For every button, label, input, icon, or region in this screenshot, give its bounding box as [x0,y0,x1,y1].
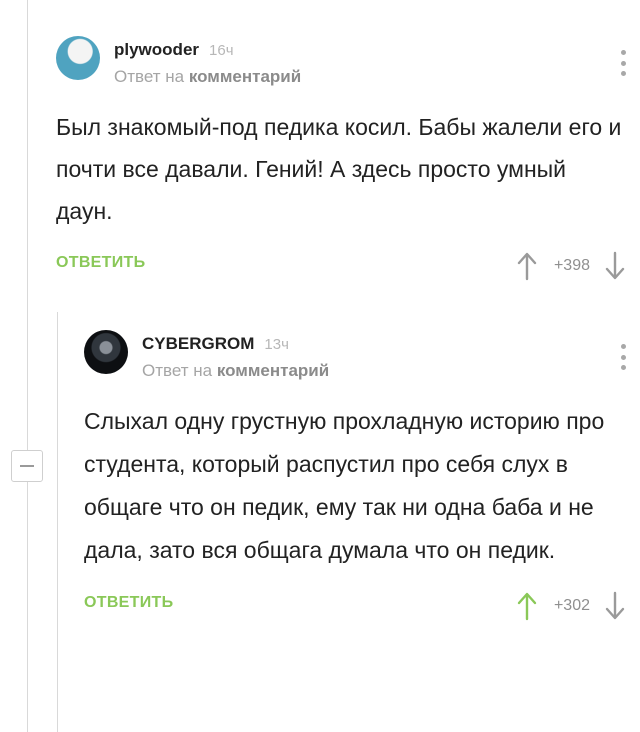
arrow-up-icon[interactable] [516,251,538,281]
reply-button[interactable]: ОТВЕТИТЬ [56,254,145,272]
comment-text: Был знакомый-под педика косил. Бабы жале… [56,114,622,224]
vote-controls: +302 [516,586,626,626]
vote-controls: +398 [516,246,626,286]
comment-header: CYBERGROM 13ч Ответ на комментарий [84,330,626,390]
comment-time: 16ч [209,42,234,59]
username[interactable]: CYBERGROM [142,334,254,353]
username[interactable]: plywooder [114,40,199,59]
vertical-dots-icon[interactable] [620,50,626,76]
arrow-up-icon[interactable] [516,591,538,621]
reply-button[interactable]: ОТВЕТИТЬ [84,594,173,612]
reply-thread-line [57,312,58,732]
score: +302 [553,597,590,614]
reply-to-line: Ответ на комментарий [142,361,329,381]
reply-to-prefix: Ответ на [114,67,185,86]
reply-to-link[interactable]: комментарий [217,361,329,380]
comment-footer: ОТВЕТИТЬ +302 [84,586,626,626]
collapse-thread-button[interactable] [11,450,43,482]
reply-to-line: Ответ на комментарий [114,67,301,87]
comment-header: plywooder 16ч Ответ на комментарий [56,36,626,96]
comment-text: Слыхал одну грустную прохладную историю … [84,408,605,563]
arrow-down-icon[interactable] [604,251,626,281]
reply-to-prefix: Ответ на [142,361,213,380]
comment-footer: ОТВЕТИТЬ +398 [56,246,626,286]
avatar[interactable] [56,36,100,80]
avatar[interactable] [84,330,128,374]
comment: CYBERGROM 13ч Ответ на комментарий Слыхал… [84,330,626,626]
comment: plywooder 16ч Ответ на комментарий Был зн… [56,36,626,286]
score: +398 [553,257,590,274]
arrow-down-icon[interactable] [604,591,626,621]
comment-time: 13ч [264,336,289,353]
reply-to-link[interactable]: комментарий [189,67,301,86]
thread-line [27,0,28,732]
minus-icon [20,465,34,467]
vertical-dots-icon[interactable] [620,344,626,370]
